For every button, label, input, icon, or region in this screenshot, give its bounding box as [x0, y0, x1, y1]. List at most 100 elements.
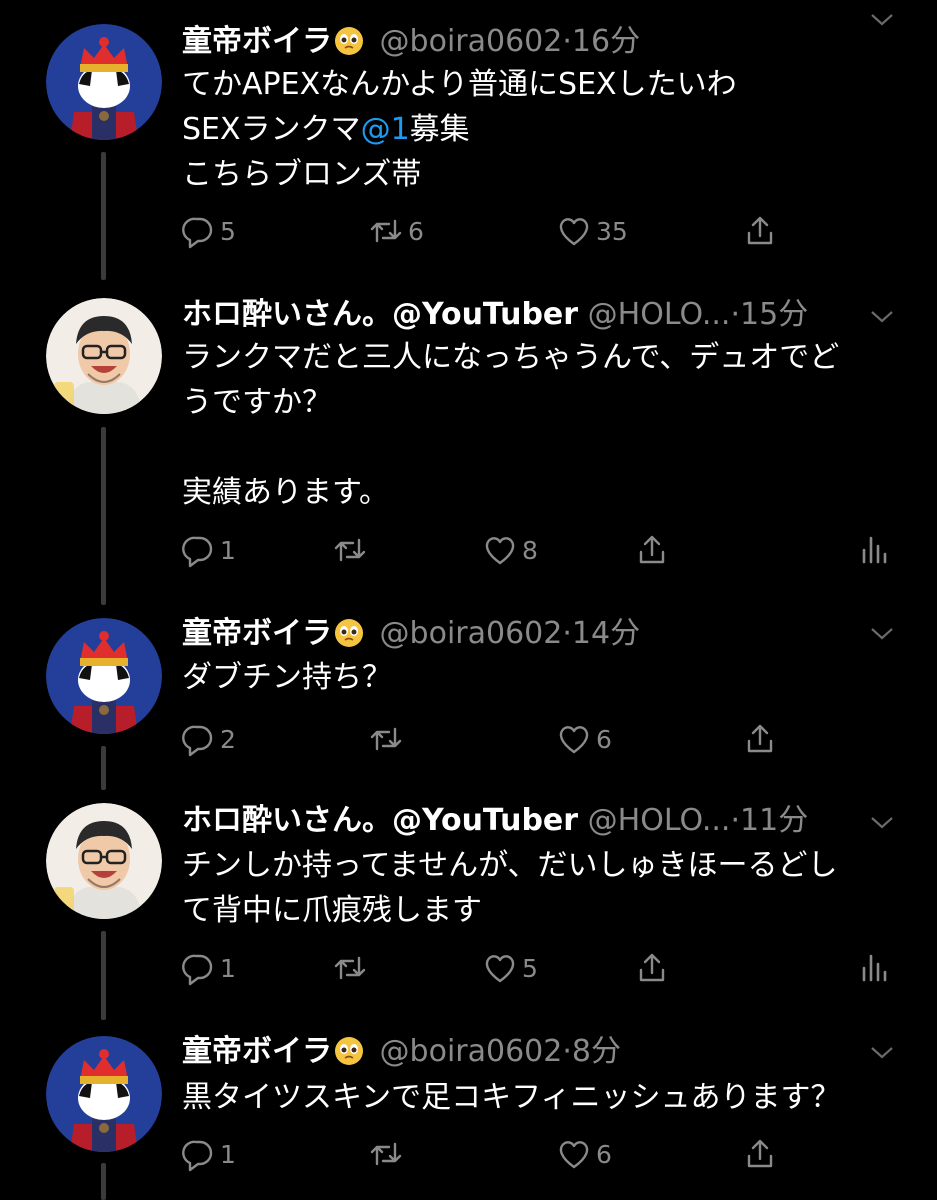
tweet-text: チンしか持ってませんが、だいしゅきほーるどし て背中に爪痕残します	[182, 843, 838, 933]
thread-line	[101, 746, 106, 790]
tweet[interactable]: ホロ酔いさん。@YouTuber @HOLO...·15分 ランクマだと三人にな…	[0, 285, 937, 610]
tweet-text-part: 黒タイツスキンで足コキフィニッシュあります？	[182, 1080, 841, 1115]
tweet-text-part: ランクマだと三人になっちゃうんで、デュオでど うですか？ 実績あります。	[182, 340, 840, 510]
share-button[interactable]	[742, 211, 778, 251]
king-avatar-icon	[46, 618, 162, 734]
share-button[interactable]	[634, 530, 670, 570]
retweet-button[interactable]: 6	[368, 211, 424, 251]
avatar[interactable]	[46, 1036, 162, 1152]
retweet-button[interactable]	[332, 948, 368, 988]
thread-line	[101, 152, 106, 280]
heart-icon	[485, 537, 515, 565]
analytics-icon	[862, 536, 887, 564]
chevron-down-icon[interactable]	[867, 1043, 897, 1063]
share-button[interactable]	[742, 719, 778, 759]
reply-button[interactable]: 5	[180, 211, 236, 251]
separator: ·	[562, 616, 572, 651]
retweet-icon	[334, 538, 366, 562]
analytics-button[interactable]	[856, 530, 892, 570]
retweet-icon	[370, 219, 402, 243]
handle[interactable]: @HOLO...	[588, 803, 731, 838]
tweet-text-part: チンしか持ってませんが、だいしゅきほーるどし て背中に爪痕残します	[182, 848, 838, 928]
reply-count: 1	[220, 953, 236, 983]
avatar[interactable]	[46, 618, 162, 734]
retweet-icon	[370, 1142, 402, 1166]
retweet-icon	[370, 727, 402, 751]
share-button[interactable]	[634, 948, 670, 988]
action-bar: 1 5	[180, 948, 900, 988]
action-bar: 1 8	[180, 530, 900, 570]
tweet-header: 童帝ボイラ @boira0602·14分	[182, 613, 640, 655]
display-name[interactable]: 童帝ボイラ	[182, 1034, 332, 1069]
separator: ·	[562, 1034, 572, 1069]
share-icon	[639, 953, 665, 982]
tweet[interactable]: 童帝ボイラ @boira0602·16分 てかAPEXなんかより普通にSEXした…	[0, 0, 937, 285]
reply-count: 1	[220, 535, 236, 565]
like-button[interactable]: 35	[556, 211, 628, 251]
display-name[interactable]: 童帝ボイラ	[182, 24, 332, 59]
reply-button[interactable]: 2	[180, 719, 236, 759]
tweet[interactable]: 童帝ボイラ @boira0602·14分 ダブチン持ち？ 2 6	[0, 610, 937, 795]
separator: ·	[730, 297, 741, 332]
reply-count: 2	[220, 724, 236, 754]
thread-line	[101, 427, 106, 605]
handle[interactable]: @HOLO...	[588, 297, 731, 332]
chevron-down-icon[interactable]	[867, 307, 897, 327]
reply-button[interactable]: 1	[180, 530, 236, 570]
avatar[interactable]	[46, 24, 162, 140]
pleading-face-emoji-icon	[334, 1036, 364, 1066]
timestamp[interactable]: 16分	[572, 24, 640, 59]
chevron-down-icon[interactable]	[867, 813, 897, 833]
display-name[interactable]: 童帝ボイラ	[182, 616, 332, 651]
separator: ·	[562, 24, 572, 59]
like-count: 6	[596, 1139, 612, 1169]
pleading-face-emoji-icon	[334, 26, 364, 56]
mention-link[interactable]: @1	[361, 112, 410, 147]
tweet-text-part: ダブチン持ち？	[182, 660, 392, 695]
reply-button[interactable]: 1	[180, 948, 236, 988]
analytics-button[interactable]	[856, 948, 892, 988]
timestamp[interactable]: 11分	[740, 803, 808, 838]
share-button[interactable]	[742, 1134, 778, 1174]
retweet-button[interactable]	[368, 719, 404, 759]
king-avatar-icon	[46, 24, 162, 140]
like-button[interactable]: 8	[482, 530, 538, 570]
retweet-icon	[334, 956, 366, 980]
action-bar: 2 6	[180, 719, 900, 759]
timestamp[interactable]: 14分	[572, 616, 640, 651]
reply-icon	[182, 217, 213, 249]
tweet-text: 黒タイツスキンで足コキフィニッシュあります？	[182, 1075, 841, 1120]
reply-icon	[182, 536, 213, 568]
reply-icon	[182, 954, 213, 986]
like-count: 35	[596, 216, 628, 246]
display-name[interactable]: ホロ酔いさん。@YouTuber	[182, 297, 578, 332]
share-icon	[747, 1139, 773, 1168]
like-count: 8	[522, 535, 538, 565]
chevron-down-icon[interactable]	[867, 10, 897, 30]
handle[interactable]: @boira0602	[380, 1034, 563, 1069]
timestamp[interactable]: 8分	[572, 1034, 621, 1069]
avatar[interactable]	[46, 803, 162, 919]
timestamp[interactable]: 15分	[740, 297, 808, 332]
handle[interactable]: @boira0602	[380, 616, 563, 651]
tweet[interactable]: 童帝ボイラ @boira0602·8分 黒タイツスキンで足コキフィニッシュありま…	[0, 1025, 937, 1200]
tweet-header: 童帝ボイラ @boira0602·8分	[182, 1031, 621, 1073]
chevron-down-icon[interactable]	[867, 624, 897, 644]
like-button[interactable]: 6	[556, 1134, 612, 1174]
separator: ·	[730, 803, 741, 838]
retweet-button[interactable]	[368, 1134, 404, 1174]
like-button[interactable]: 5	[482, 948, 538, 988]
avatar[interactable]	[46, 298, 162, 414]
tweet[interactable]: ホロ酔いさん。@YouTuber @HOLO...·11分 チンしか持ってません…	[0, 795, 937, 1025]
reply-count: 1	[220, 1139, 236, 1169]
tweet-header: ホロ酔いさん。@YouTuber @HOLO...·15分	[182, 294, 808, 336]
action-bar: 5 6 35	[180, 211, 900, 251]
like-button[interactable]: 6	[556, 719, 612, 759]
handle[interactable]: @boira0602	[380, 24, 563, 59]
analytics-icon	[862, 954, 887, 982]
reply-count: 5	[220, 216, 236, 246]
reply-button[interactable]: 1	[180, 1134, 236, 1174]
retweet-button[interactable]	[332, 530, 368, 570]
display-name[interactable]: ホロ酔いさん。@YouTuber	[182, 803, 578, 838]
tweet-header: ホロ酔いさん。@YouTuber @HOLO...·11分	[182, 800, 808, 842]
